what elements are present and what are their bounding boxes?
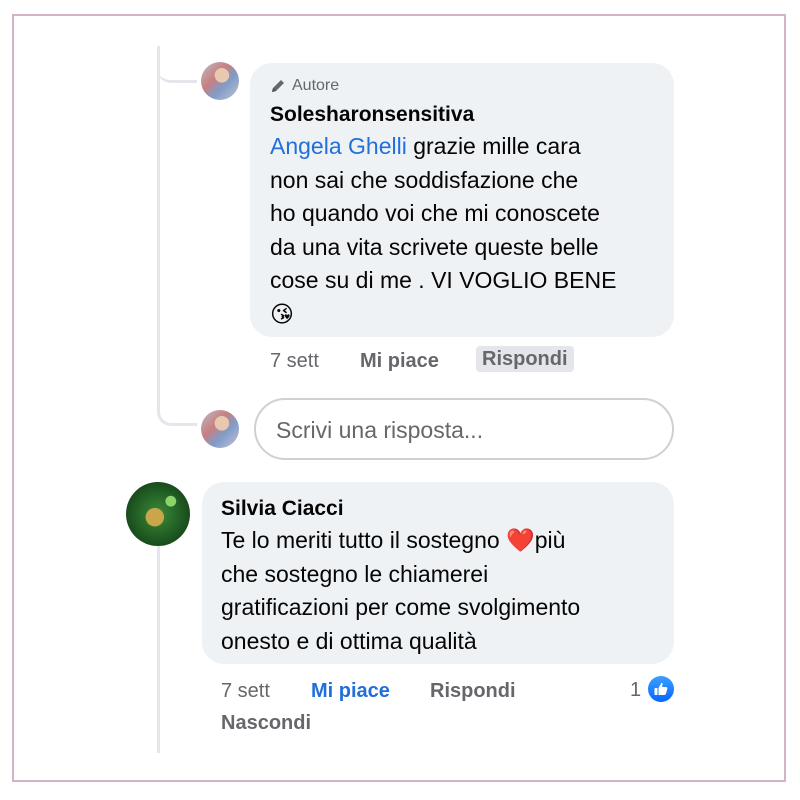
reply-button[interactable]: Rispondi [430, 680, 516, 703]
reply-comment-bubble: Autore Solesharonsensitiva Angela Ghelli… [250, 63, 674, 337]
thread-line-bottom [157, 545, 160, 753]
comment-author[interactable]: Solesharonsensitiva [270, 103, 474, 127]
like-button[interactable]: Mi piace [311, 680, 390, 703]
thumbs-up-icon[interactable] [648, 676, 674, 702]
mention-link[interactable]: Angela Ghelli [270, 133, 407, 159]
author-badge-label: Autore [292, 77, 340, 94]
comment-bubble: Silvia Ciacci Te lo meriti tutto il sost… [202, 482, 674, 664]
author-badge: Autore [270, 77, 339, 95]
avatar[interactable] [126, 482, 190, 546]
comment-body: grazie mille cara non sai che soddisfazi… [270, 133, 617, 327]
reply-button[interactable]: Rispondi [476, 346, 574, 372]
avatar [201, 410, 239, 448]
thumbs-up-glyph [654, 682, 668, 695]
reply-button-label: Rispondi [476, 346, 574, 372]
like-button[interactable]: Mi piace [360, 350, 439, 373]
hide-button[interactable]: Nascondi [221, 712, 311, 735]
reaction-count[interactable]: 1 [630, 679, 641, 702]
reply-input[interactable]: Scrivi una risposta... [254, 398, 674, 460]
comment-time[interactable]: 7 sett [221, 680, 270, 703]
thread-connector-reply [157, 46, 197, 83]
thread-connector-input [157, 380, 197, 426]
comment-body-start: Te lo meriti tutto il sostegno [221, 527, 507, 553]
pencil-icon [272, 80, 284, 92]
comment-text: Angela Ghelli grazie mille cara non sai … [270, 130, 670, 331]
comment-text: Te lo meriti tutto il sostegno ❤️più che… [221, 524, 671, 658]
heart-emoji-icon: ❤️ [506, 527, 535, 553]
thread-line-top [157, 46, 160, 396]
comment-author[interactable]: Silvia Ciacci [221, 497, 344, 521]
avatar[interactable] [201, 62, 239, 100]
reply-input-placeholder: Scrivi una risposta... [276, 417, 484, 443]
comment-time[interactable]: 7 sett [270, 350, 319, 373]
